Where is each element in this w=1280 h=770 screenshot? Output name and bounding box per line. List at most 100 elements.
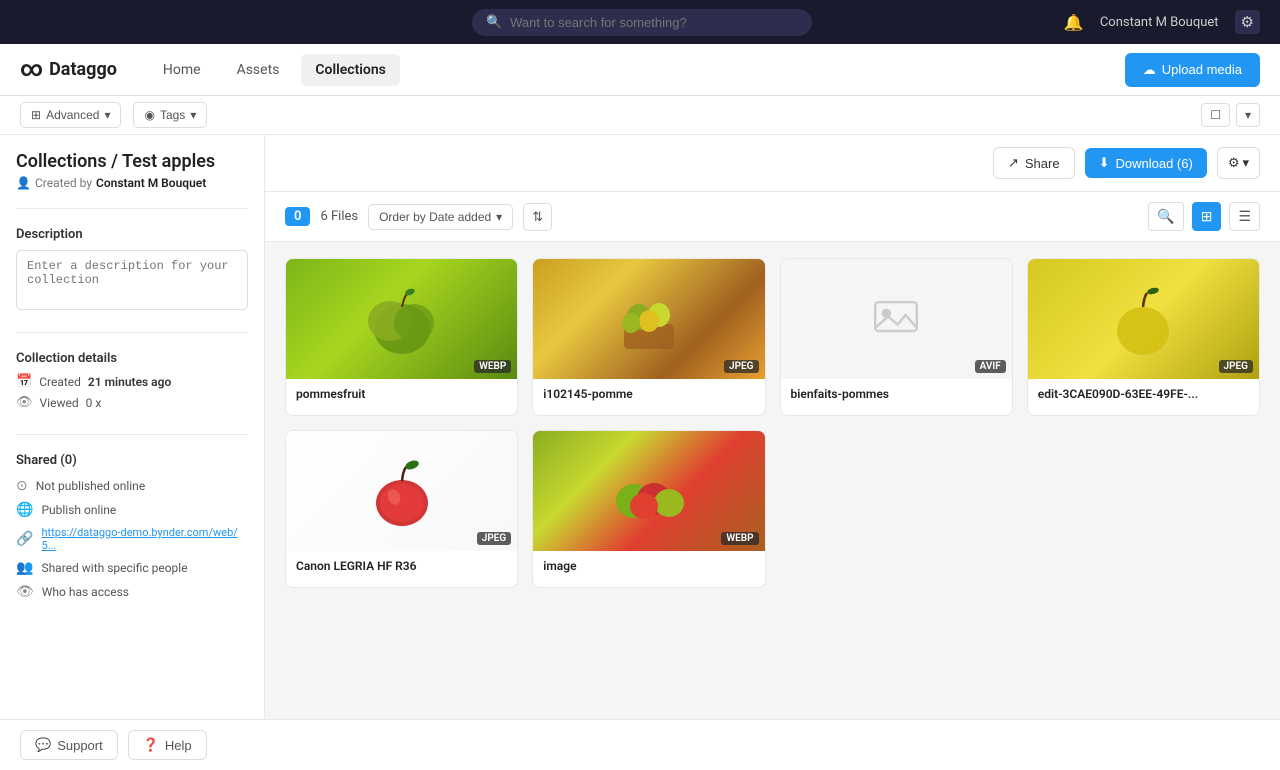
globe-icon: 🌐 [16,502,33,518]
circle-icon: ⊙ [16,478,28,494]
public-link-item[interactable]: 🔗 https://dataggo-demo.bynder.com/web/5.… [16,526,248,552]
media-name: image [543,559,754,573]
page-title: Collections / Test apples [16,151,248,172]
media-card[interactable]: JPEG edit-3CAE090D-63EE-49FE-... [1027,258,1260,416]
grid-view-button[interactable]: ⊞ [1192,202,1222,231]
media-name: pommesfruit [296,387,507,401]
basket-illustration [609,279,689,359]
viewed-row: 👁 Viewed 0 x [16,395,248,410]
sidebar: Collections / Test apples 👤 Created by C… [0,135,265,719]
advanced-button[interactable]: ⊞ Advanced ▾ [20,102,121,128]
media-thumbnail: AVIF [781,259,1012,379]
list-view-button[interactable]: ☰ [1229,202,1260,231]
gear-icon[interactable]: ⚙ [1235,10,1260,34]
chevron-order-icon: ▾ [496,210,502,224]
filter-right: 🔍 ⊞ ☰ [1148,202,1260,231]
search-bar[interactable]: 🔍 [472,9,812,36]
filter-bar: 0 6 Files Order by Date added ▾ ⇅ 🔍 ⊞ ☰ [265,192,1280,242]
viewed-count: 0 x [86,396,102,410]
calendar-icon: 📅 [16,374,32,389]
media-info: pommesfruit [286,379,517,415]
logo-icon: ∞ [20,57,43,82]
yellow-apple-illustration [1103,279,1183,359]
people-icon: 👥 [16,560,33,576]
share-button[interactable]: ↗ Share [993,147,1075,179]
files-label: 6 Files [320,209,358,224]
format-badge: JPEG [724,360,758,373]
red-apple-illustration [362,451,442,531]
download-button[interactable]: ⬇ Download (6) [1085,148,1207,178]
description-input[interactable] [16,250,248,310]
help-button[interactable]: ❓ Help [128,730,207,760]
settings-icon: ⚙ [1228,155,1240,171]
settings-button[interactable]: ⚙ ▾ [1217,147,1260,179]
navbar-left: ∞ Dataggo Home Assets Collections [20,54,400,86]
media-grid: WEBP pommesfruit [285,258,1260,588]
created-time: 21 minutes ago [88,375,171,389]
link-icon: 🔗 [16,531,33,547]
media-info: Canon LEGRIA HF R36 [286,551,517,587]
username-label: Constant M Bouquet [1100,15,1219,30]
format-badge: WEBP [721,532,758,545]
upload-media-button[interactable]: ☁ Upload media [1125,53,1260,87]
created-row: 📅 Created 21 minutes ago [16,374,248,389]
nav-home[interactable]: Home [149,54,215,86]
logo: ∞ Dataggo [20,57,117,82]
toolbar-left: ⊞ Advanced ▾ ◉ Tags ▾ [20,102,207,128]
media-thumbnail: JPEG [1028,259,1259,379]
footer: 💬 Support ❓ Help [0,719,1280,770]
filter-sort-button[interactable]: ⇅ [523,203,552,231]
apple-illustration [362,279,442,359]
shared-label: Shared (0) [16,453,248,468]
eye-access-icon: 👁 [16,584,34,600]
media-name: edit-3CAE090D-63EE-49FE-... [1038,387,1249,401]
creator-name: Constant M Bouquet [96,176,206,190]
publish-online-item[interactable]: 🌐 Publish online [16,502,248,518]
toolbar: ⊞ Advanced ▾ ◉ Tags ▾ ☐ ▾ [0,96,1280,135]
bell-icon[interactable]: 🔔 [1064,13,1084,32]
format-badge: AVIF [975,360,1006,373]
media-info: i102145-pomme [533,379,764,415]
search-icon: 🔍 [486,15,502,30]
nav-collections[interactable]: Collections [301,54,399,86]
media-card[interactable]: WEBP image [532,430,765,588]
chevron-settings-icon: ▾ [1242,155,1249,171]
format-badge: WEBP [474,360,511,373]
format-badge: JPEG [477,532,511,545]
media-card[interactable]: JPEG Canon LEGRIA HF R36 [285,430,518,588]
search-input[interactable] [510,15,798,30]
media-card[interactable]: AVIF bienfaits-pommes [780,258,1013,416]
nav-assets[interactable]: Assets [223,54,294,86]
navbar: ∞ Dataggo Home Assets Collections ☁ Uplo… [0,44,1280,96]
tags-button[interactable]: ◉ Tags ▾ [133,102,207,128]
media-card[interactable]: WEBP pommesfruit [285,258,518,416]
collection-details-section: Collection details 📅 Created 21 minutes … [16,351,248,416]
media-thumbnail: WEBP [533,431,764,551]
support-button[interactable]: 💬 Support [20,730,118,760]
media-name: i102145-pomme [543,387,754,401]
shared-people-item[interactable]: 👥 Shared with specific people [16,560,248,576]
media-card[interactable]: JPEG i102145-pomme [532,258,765,416]
media-name: bienfaits-pommes [791,387,1002,401]
support-icon: 💬 [35,737,51,753]
checkbox-button[interactable]: ☐ [1201,103,1230,127]
order-button[interactable]: Order by Date added ▾ [368,204,513,230]
media-info: bienfaits-pommes [781,379,1012,415]
who-access-item[interactable]: 👁 Who has access [16,584,248,600]
chevron-down-icon: ▾ [104,108,110,122]
public-link[interactable]: https://dataggo-demo.bynder.com/web/5... [41,526,248,552]
topbar-right: 🔔 Constant M Bouquet ⚙ [1064,10,1260,34]
not-published-item[interactable]: ⊙ Not published online [16,478,248,494]
download-icon: ⬇ [1099,155,1110,171]
filter-icon: ⊞ [31,108,41,122]
eye-icon: 👁 [16,395,33,410]
breadcrumb: 👤 Created by Constant M Bouquet [16,176,248,190]
chevron-down-button[interactable]: ▾ [1236,103,1260,127]
collection-details-label: Collection details [16,351,248,366]
media-info: image [533,551,764,587]
media-name: Canon LEGRIA HF R36 [296,559,507,573]
search-toggle-button[interactable]: 🔍 [1148,202,1183,231]
description-label: Description [16,227,248,242]
format-badge: JPEG [1219,360,1253,373]
divider [16,208,248,209]
